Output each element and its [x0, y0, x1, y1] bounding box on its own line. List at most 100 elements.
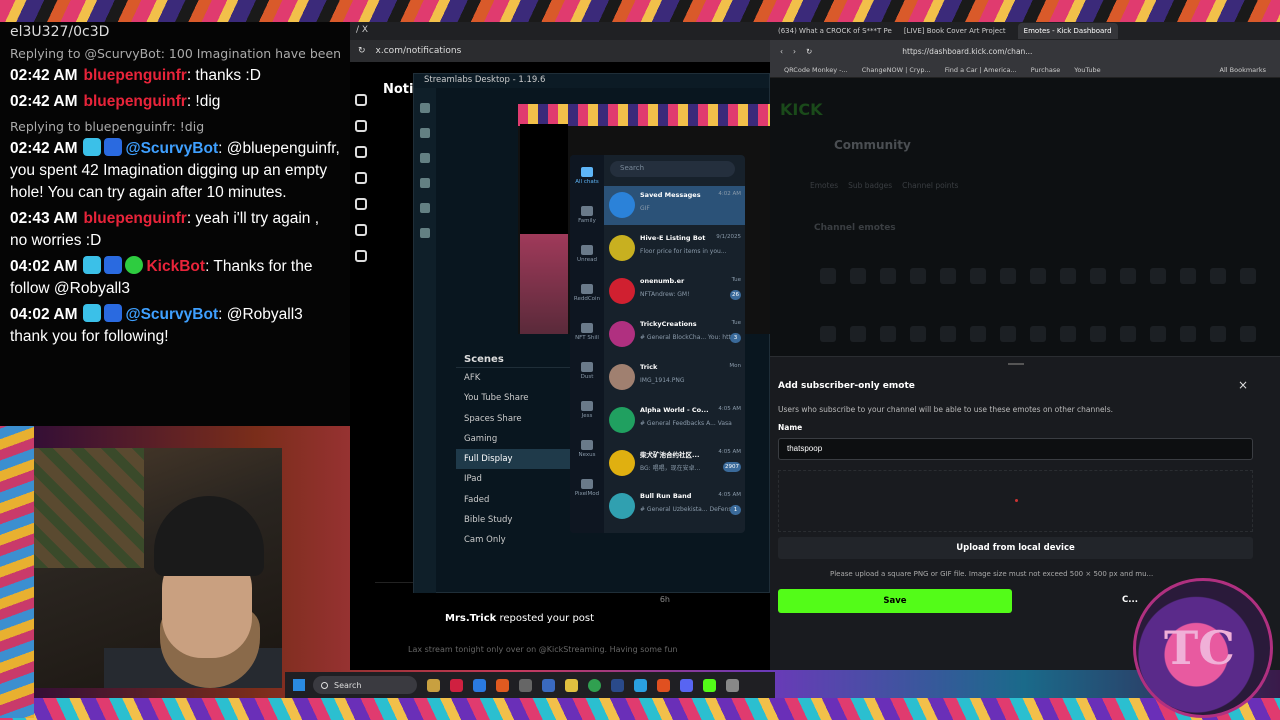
steam-icon[interactable] [611, 678, 624, 692]
telegram-folder[interactable]: Family [570, 206, 604, 224]
x-tab-bar[interactable]: / X [350, 22, 770, 40]
chat-username[interactable]: KickBot [146, 258, 205, 275]
telegram-chat-item[interactable]: Trick Mon IMG_1914.PNG [604, 358, 745, 397]
stats-icon[interactable] [420, 153, 430, 163]
reload-icon[interactable]: ↻ [806, 47, 812, 56]
reload-icon[interactable]: ↻ [358, 46, 366, 56]
search-icon[interactable] [355, 120, 367, 132]
community-tab[interactable]: Emotes [810, 181, 838, 190]
chat-username[interactable]: bluepenguinfr [83, 210, 186, 227]
drag-handle[interactable] [1008, 363, 1024, 365]
emote-thumbnail[interactable] [1150, 326, 1166, 342]
browser-tab[interactable]: Emotes - Kick Dashboard [1017, 23, 1118, 39]
telegram-folder[interactable]: Dust [570, 362, 604, 380]
scene-item[interactable]: IPad [456, 469, 576, 489]
home-icon[interactable] [355, 94, 367, 106]
telegram-folder[interactable]: Nexus [570, 440, 604, 458]
scene-item[interactable]: Bible Study [456, 510, 576, 530]
app-icon[interactable] [496, 678, 509, 692]
emote-thumbnail[interactable] [1030, 326, 1046, 342]
store-icon[interactable] [420, 203, 430, 213]
bell-icon[interactable] [355, 146, 367, 158]
app-icon[interactable] [473, 678, 486, 692]
settings-icon[interactable] [420, 228, 430, 238]
telegram-folder[interactable]: Unread [570, 245, 604, 263]
emote-thumbnail[interactable] [1000, 268, 1016, 284]
chrome-icon[interactable] [588, 678, 601, 692]
emote-name-input[interactable]: thatspoop [778, 438, 1253, 460]
emote-thumbnail[interactable] [1030, 268, 1046, 284]
emote-thumbnail[interactable] [970, 268, 986, 284]
editor-icon[interactable] [420, 103, 430, 113]
chat-username[interactable]: @ScurvyBot [125, 306, 218, 323]
emote-thumbnail[interactable] [820, 326, 836, 342]
bookmark-icon[interactable] [355, 224, 367, 236]
bookmark-item[interactable]: YouTube [1074, 66, 1100, 74]
explorer-icon[interactable] [427, 678, 440, 692]
bookmark-item[interactable]: Purchase [1031, 66, 1061, 74]
mail-icon[interactable] [355, 172, 367, 184]
telegram-chat-item[interactable]: Alpha World - Co... 4:05 AM # General Feed… [604, 401, 745, 440]
x-repost-user[interactable]: Mrs.Trick [445, 613, 496, 624]
emote-thumbnail[interactable] [1000, 326, 1016, 342]
cancel-button[interactable]: C... [1122, 595, 1138, 605]
telegram-folder[interactable]: PixelMod [570, 479, 604, 497]
telegram-folder[interactable]: ReddCoin [570, 284, 604, 302]
emote-thumbnail[interactable] [940, 268, 956, 284]
x-tab-label[interactable]: / X [356, 25, 368, 35]
kick-url[interactable]: https://dashboard.kick.com/chan... [902, 47, 1032, 56]
emote-thumbnail[interactable] [1120, 326, 1136, 342]
emote-thumbnail[interactable] [1060, 268, 1076, 284]
scene-item[interactable]: You Tube Share [456, 388, 576, 408]
x-address-bar[interactable]: ↻ x.com/notifications [350, 40, 770, 62]
emote-thumbnail[interactable] [880, 326, 896, 342]
kick-icon[interactable] [703, 678, 716, 692]
community-tab[interactable]: Sub badges [848, 181, 892, 190]
emote-thumbnail[interactable] [1210, 268, 1226, 284]
telegram-search-input[interactable]: Search [610, 161, 735, 177]
browser-tab[interactable]: [LIVE] Book Cover Art Project [904, 27, 1006, 35]
upload-button[interactable]: Upload from local device [778, 537, 1253, 559]
telegram-folder[interactable]: All chats [570, 167, 604, 185]
windows-start-icon[interactable] [293, 679, 305, 691]
scene-item[interactable]: Full Display [456, 449, 576, 470]
emote-thumbnail[interactable] [820, 268, 836, 284]
chat-username[interactable]: bluepenguinfr [83, 67, 186, 84]
emote-thumbnail[interactable] [1180, 326, 1196, 342]
bookmark-item[interactable]: Find a Car | America... [945, 66, 1017, 74]
app-icon[interactable] [542, 678, 555, 692]
emote-thumbnail[interactable] [1090, 326, 1106, 342]
x-notification-item[interactable]: 6h Mrs.Trick reposted your post Lax stre… [375, 582, 770, 670]
theme-icon[interactable] [420, 178, 430, 188]
emote-thumbnail[interactable] [1240, 326, 1256, 342]
profile-icon[interactable] [355, 250, 367, 262]
emote-thumbnail[interactable] [910, 268, 926, 284]
taskbar-search[interactable]: Search [313, 676, 417, 694]
back-icon[interactable]: ‹ [780, 47, 783, 56]
close-icon[interactable]: × [1238, 378, 1248, 392]
emote-thumbnail[interactable] [850, 326, 866, 342]
emote-thumbnail[interactable] [1090, 268, 1106, 284]
discord-icon[interactable] [680, 678, 693, 692]
telegram-folder[interactable]: NFT Shill [570, 323, 604, 341]
app-icon[interactable] [450, 678, 463, 692]
kick-address-bar[interactable]: ‹ › ↻ https://dashboard.kick.com/chan... [770, 40, 1280, 62]
telegram-chat-item[interactable]: onenumb.er Tue NFTAndrew: GM! 26 [604, 272, 745, 311]
x-url[interactable]: x.com/notifications [376, 46, 462, 56]
app-icon[interactable] [726, 678, 739, 692]
kick-logo[interactable]: KICK [780, 100, 823, 119]
emote-thumbnail[interactable] [940, 326, 956, 342]
telegram-icon[interactable] [634, 678, 647, 692]
brave-icon[interactable] [657, 678, 670, 692]
telegram-chat-item[interactable]: TrickyCreations Tue # General BlockCha... … [604, 315, 745, 354]
emote-thumbnail[interactable] [970, 326, 986, 342]
scene-item[interactable]: Gaming [456, 429, 576, 449]
app-icon[interactable] [519, 678, 532, 692]
layout-icon[interactable] [420, 128, 430, 138]
telegram-chat-item[interactable]: Bull Run Band 4:05 AM # General Uzbekista.… [604, 487, 745, 526]
telegram-chat-item[interactable]: Saved Messages 4:02 AM GIF [604, 186, 745, 225]
browser-tab[interactable]: (634) What a CROCK of S***T Pe [778, 27, 892, 35]
emote-thumbnail[interactable] [1180, 268, 1196, 284]
upload-dropzone[interactable] [778, 470, 1253, 532]
bookmark-item[interactable]: QRCode Monkey -... [784, 66, 848, 74]
